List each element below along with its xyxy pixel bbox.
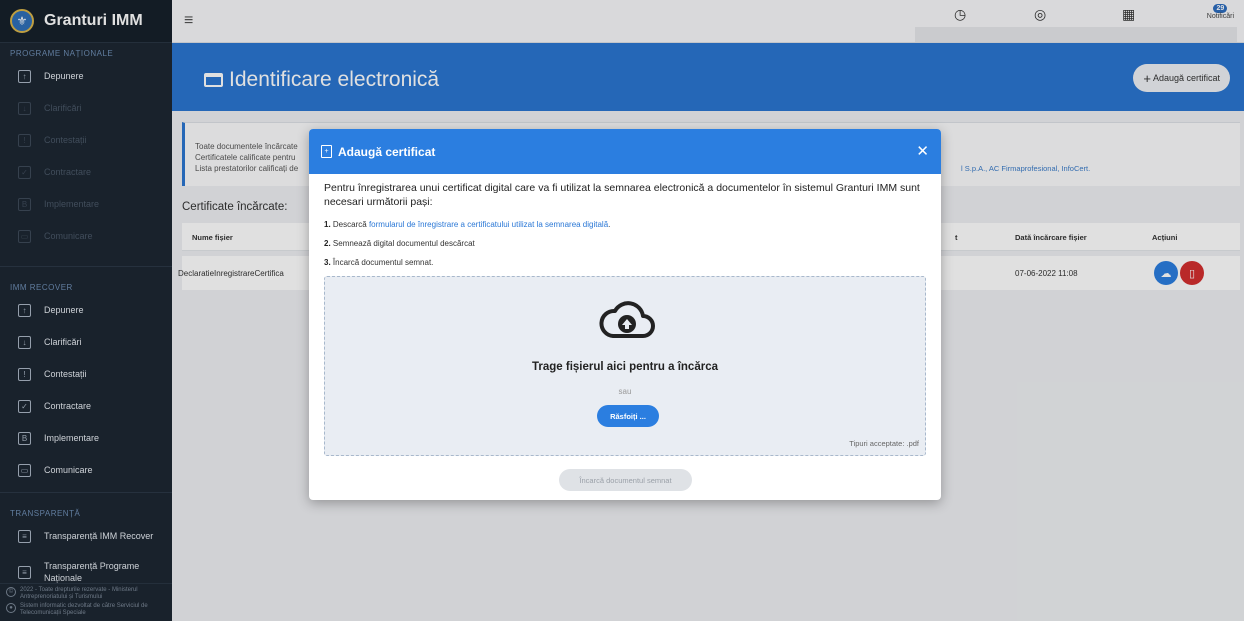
accepted-types: Tipuri acceptate: .pdf — [849, 439, 919, 448]
file-plus-icon: + — [321, 145, 332, 158]
modal-intro: Pentru înregistrarea unui certificat dig… — [324, 182, 920, 208]
file-dropzone[interactable]: Trage fișierul aici pentru a încărca sau… — [324, 276, 926, 456]
cloud-upload-icon — [599, 301, 655, 338]
step-number: 1. — [324, 220, 331, 229]
close-icon[interactable]: ✕ — [916, 142, 929, 160]
step-2: 2. Semnează digital documentul descărcat — [324, 239, 475, 248]
dropzone-or: sau — [618, 387, 632, 396]
step-number: 3. — [324, 258, 331, 267]
step-2-text: Semnează digital documentul descărcat — [332, 239, 475, 248]
step-1: 1. Descarcă formularul de înregistrare a… — [324, 220, 610, 229]
step-1-prefix: Descarcă — [332, 220, 367, 229]
add-certificate-modal: + Adaugă certificat ✕ Pentru înregistrar… — [309, 129, 941, 500]
step-number: 2. — [324, 239, 331, 248]
step-3-text: Încarcă documentul semnat. — [332, 258, 434, 267]
browse-button[interactable]: Răsfoiți ... — [597, 405, 659, 427]
step-3: 3. Încarcă documentul semnat. — [324, 258, 433, 267]
modal-header: + Adaugă certificat ✕ — [309, 129, 941, 174]
step-1-suffix: . — [608, 220, 611, 229]
download-form-link[interactable]: formularul de înregistrare a certificatu… — [369, 220, 608, 229]
upload-signed-button[interactable]: Încarcă documentul semnat — [559, 469, 692, 491]
dropzone-text: Trage fișierul aici pentru a încărca — [532, 361, 718, 373]
modal-title: Adaugă certificat — [338, 144, 436, 159]
